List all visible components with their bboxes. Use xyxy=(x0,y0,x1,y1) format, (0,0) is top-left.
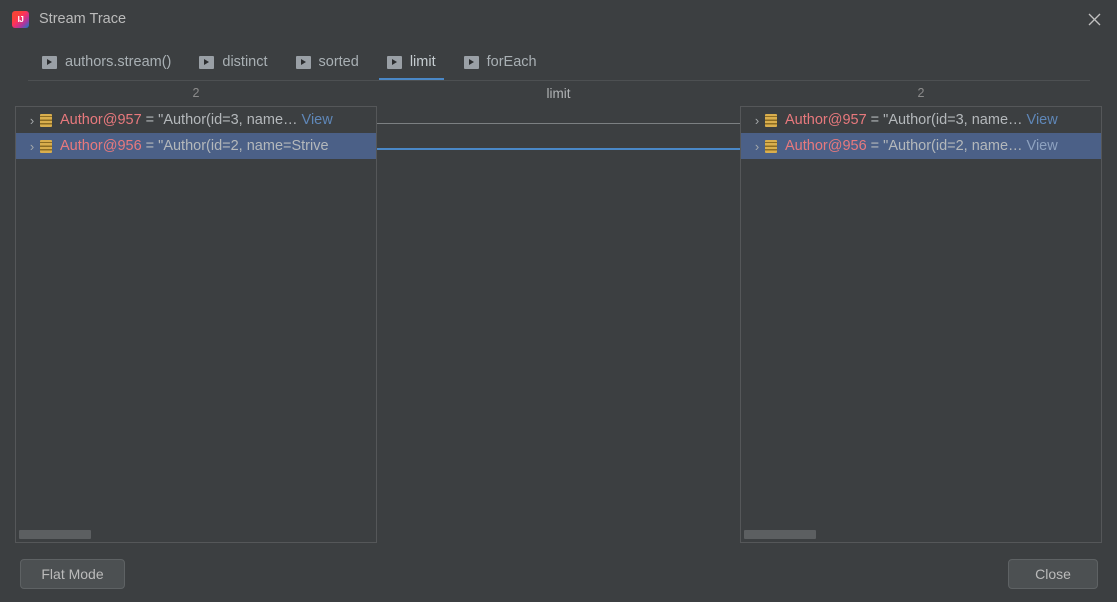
view-link[interactable]: View xyxy=(1027,112,1058,128)
flat-mode-button[interactable]: Flat Mode xyxy=(20,559,125,589)
object-bean-icon xyxy=(40,139,52,153)
expand-chevron-icon[interactable]: › xyxy=(24,114,40,127)
window-title: Stream Trace xyxy=(39,10,127,27)
object-reference: Author@957 xyxy=(785,111,867,128)
close-button[interactable]: Close xyxy=(1008,559,1098,589)
tab-label: forEach xyxy=(486,53,537,70)
tab-label: distinct xyxy=(222,53,268,70)
equals-token: = xyxy=(141,111,159,128)
table-row[interactable]: › Author@956 = "Author(id=2, name=Strive xyxy=(16,133,376,159)
row-content: Author@957 = "Author(id=3, name… View xyxy=(785,113,1058,128)
tab-distinct[interactable]: distinct xyxy=(185,44,281,80)
close-icon[interactable] xyxy=(1071,0,1117,38)
tabbar-divider xyxy=(28,80,1090,81)
tab-limit[interactable]: limit xyxy=(373,44,450,80)
left-panel-horizontal-scrollbar[interactable] xyxy=(19,530,91,539)
connector-line-row-2 xyxy=(377,148,740,150)
stream-stage-tabs: authors.stream() distinct sorted limit f… xyxy=(0,44,1117,81)
table-row[interactable]: › Author@956 = "Author(id=2, name… View xyxy=(741,133,1101,159)
tab-foreach[interactable]: forEach xyxy=(450,44,551,80)
tab-label: limit xyxy=(409,53,436,70)
object-reference: Author@957 xyxy=(60,111,142,128)
connector-line-row-1 xyxy=(377,123,740,124)
view-link[interactable]: View xyxy=(1027,138,1058,154)
view-link[interactable]: View xyxy=(302,112,333,128)
row-content: Author@956 = "Author(id=2, name… View xyxy=(785,139,1058,154)
object-value: "Author(id=2, name… xyxy=(883,137,1027,154)
expand-chevron-icon[interactable]: › xyxy=(24,140,40,153)
row-content: Author@957 = "Author(id=3, name… View xyxy=(60,113,333,128)
table-row[interactable]: › Author@957 = "Author(id=3, name… View xyxy=(16,107,376,133)
after-count-label: 2 xyxy=(917,86,925,100)
run-arrow-icon xyxy=(386,55,402,69)
tab-sorted[interactable]: sorted xyxy=(282,44,373,80)
run-arrow-icon xyxy=(463,55,479,69)
right-panel-horizontal-scrollbar[interactable] xyxy=(744,530,816,539)
object-value: "Author(id=3, name… xyxy=(883,111,1027,128)
expand-chevron-icon[interactable]: › xyxy=(749,114,765,127)
run-arrow-icon xyxy=(199,55,215,69)
object-value: "Author(id=2, name=Strive xyxy=(158,137,329,154)
equals-token: = xyxy=(141,137,159,154)
before-count-label: 2 xyxy=(192,86,200,100)
object-bean-icon xyxy=(40,113,52,127)
before-values-panel: › Author@957 = "Author(id=3, name… View … xyxy=(15,106,377,543)
object-reference: Author@956 xyxy=(785,137,867,154)
expand-chevron-icon[interactable]: › xyxy=(749,140,765,153)
run-arrow-icon xyxy=(42,55,57,69)
object-bean-icon xyxy=(765,113,777,127)
object-bean-icon xyxy=(765,139,777,153)
table-row[interactable]: › Author@957 = "Author(id=3, name… View xyxy=(741,107,1101,133)
equals-token: = xyxy=(866,111,884,128)
stage-name-label: limit xyxy=(546,86,571,101)
tab-authors-stream[interactable]: authors.stream() xyxy=(28,44,185,80)
stream-trace-dialog: Stream Trace authors.stream() distinct s… xyxy=(0,0,1117,602)
equals-token: = xyxy=(866,137,884,154)
run-arrow-icon xyxy=(295,55,311,69)
tab-label: sorted xyxy=(318,53,359,70)
object-reference: Author@956 xyxy=(60,137,142,154)
title-bar: Stream Trace xyxy=(0,0,1117,38)
object-value: "Author(id=3, name… xyxy=(158,111,302,128)
row-content: Author@956 = "Author(id=2, name=Strive xyxy=(60,139,329,154)
intellij-idea-icon xyxy=(12,10,29,28)
after-values-panel: › Author@957 = "Author(id=3, name… View … xyxy=(740,106,1102,543)
tab-label: authors.stream() xyxy=(65,53,172,70)
